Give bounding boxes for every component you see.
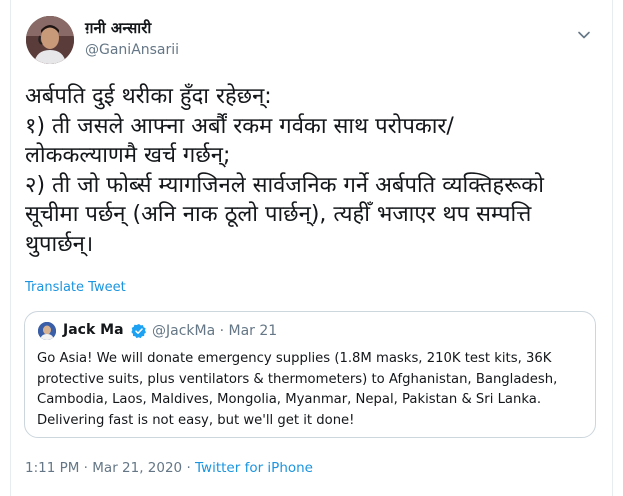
tweet-text-line: १) ती जसले आफ्ना अर्बौं रकम गर्वका साथ प… [25, 113, 454, 139]
quoted-text: Go Asia! We will donate emergency suppli… [37, 349, 587, 431]
quoted-text-line: Go Asia! We will donate emergency suppli… [37, 351, 552, 366]
author-handle[interactable]: @GaniAnsarii [85, 42, 179, 58]
tweet-text-line: २) ती जो फोर्ब्स म्यागजिनले सार्वजनिक गर… [25, 172, 544, 198]
tweet-text-line: अर्बपति दुई थरीका हुँदा रहेछन्: [25, 84, 272, 109]
quoted-author-name: Jack Ma [63, 322, 124, 338]
translate-tweet-link[interactable]: Translate Tweet [25, 280, 126, 295]
tweet-source-link[interactable]: Twitter for iPhone [195, 460, 313, 476]
quoted-tweet[interactable]: Jack Ma @JackMa · Mar 21 Go Asia! We wil… [24, 311, 596, 438]
quoted-text-line: Delivering fast is not easy, but we'll g… [37, 412, 355, 428]
tweet-timestamp[interactable]: 1:11 PM · Mar 21, 2020 · [25, 460, 195, 476]
author-name[interactable]: ग़नी अन्सारी [85, 18, 151, 38]
tweet-text-line: थुपार्छन्। [25, 231, 94, 257]
tweet-text-line: सूचीमा पर्छन् (अनि नाक ठूलो पार्छन्), त्… [25, 202, 532, 228]
quoted-author-avatar[interactable] [38, 322, 56, 340]
verified-badge-icon [131, 323, 147, 339]
quoted-text-line: protective suits, plus ventilators & the… [37, 371, 558, 387]
avatar-image [26, 16, 74, 64]
author-avatar[interactable] [26, 16, 74, 64]
quoted-text-line: Cambodia, Laos, Maldives, Mongolia, Myan… [37, 392, 542, 407]
chevron-down-icon[interactable] [577, 27, 591, 41]
tweet-footer: 1:11 PM · Mar 21, 2020 · Twitter for iPh… [25, 460, 313, 476]
tweet-text-line: लोककल्याणमै खर्च गर्छन्; [25, 143, 231, 169]
quoted-handle-date: @JackMa · Mar 21 [152, 323, 278, 339]
tweet-text: अर्बपति दुई थरीका हुँदा रहेछन्: १) ती जस… [25, 82, 595, 260]
